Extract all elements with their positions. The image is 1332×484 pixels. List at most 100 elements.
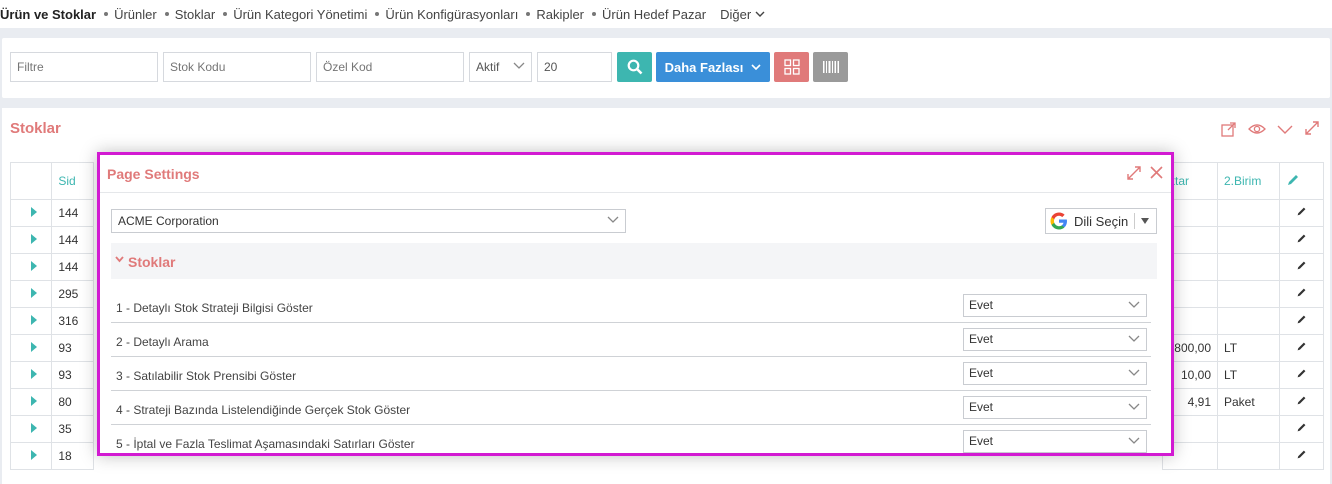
pencil-icon bbox=[1297, 369, 1306, 378]
setting-value: Evet bbox=[969, 434, 994, 448]
pencil-icon bbox=[1297, 261, 1306, 270]
expand-row-icon[interactable] bbox=[31, 315, 38, 325]
caret-down-icon bbox=[1141, 218, 1150, 224]
company-select[interactable]: ACME Corporation bbox=[111, 209, 626, 233]
fullscreen-icon[interactable] bbox=[1304, 120, 1320, 138]
table-row: 18 bbox=[9, 442, 94, 470]
edit-row-button[interactable] bbox=[1279, 442, 1324, 470]
top-navigation: Ürün ve Stoklar Ürünler Stoklar Ürün Kat… bbox=[0, 0, 1332, 28]
nav-more-dropdown[interactable]: Diğer bbox=[720, 7, 765, 22]
setting-select[interactable]: Evet bbox=[963, 430, 1147, 453]
column-header-unit2[interactable]: 2.Birim bbox=[1217, 162, 1280, 200]
table-row: 144 bbox=[9, 226, 94, 254]
nav-item-hedef-pazar[interactable]: Ürün Hedef Pazar bbox=[592, 7, 706, 22]
barcode-button[interactable] bbox=[813, 52, 848, 82]
grid-view-button[interactable] bbox=[774, 52, 809, 82]
expand-row-icon[interactable] bbox=[31, 369, 38, 379]
bullet-icon bbox=[526, 12, 531, 16]
unit2-cell bbox=[1217, 226, 1280, 254]
sid-cell: 316 bbox=[51, 307, 94, 335]
expand-row-icon[interactable] bbox=[31, 207, 38, 217]
export-icon[interactable] bbox=[1220, 120, 1238, 138]
barcode-icon bbox=[822, 61, 839, 73]
stocks-table-right-wrap: ktar 2.Birim 800,00 LT 10,00 LT 4,91 Paket bbox=[1162, 162, 1324, 470]
setting-value: Evet bbox=[969, 298, 994, 312]
language-select-button[interactable]: Dili Seçin bbox=[1045, 208, 1157, 234]
nav-item-label: Rakipler bbox=[536, 6, 585, 22]
search-button[interactable] bbox=[617, 52, 652, 82]
edit-row-button[interactable] bbox=[1279, 388, 1324, 416]
bullet-icon bbox=[104, 12, 109, 16]
google-icon bbox=[1050, 212, 1068, 230]
setting-label: 3 - Satılabilir Stok Prensibi Göster bbox=[116, 369, 297, 383]
expand-icon[interactable] bbox=[1127, 166, 1141, 183]
stocks-table-left: Sid 144 144 144 295 316 93 93 80 35 18 bbox=[9, 162, 94, 470]
close-icon[interactable] bbox=[1150, 166, 1163, 182]
setting-select[interactable]: Evet bbox=[963, 362, 1147, 385]
collapse-icon[interactable] bbox=[1276, 120, 1294, 138]
table-row: 800,00 LT bbox=[1162, 334, 1324, 362]
unit2-cell: LT bbox=[1217, 334, 1280, 362]
setting-row: 2 - Detaylı Arama Evet bbox=[111, 323, 1151, 357]
expand-row-icon[interactable] bbox=[31, 342, 38, 352]
edit-row-button[interactable] bbox=[1279, 226, 1324, 254]
setting-select[interactable]: Evet bbox=[963, 328, 1147, 351]
nav-item-stoklar[interactable]: Stoklar bbox=[164, 7, 215, 22]
language-label: Dili Seçin bbox=[1074, 213, 1129, 229]
chevron-down-icon bbox=[1128, 335, 1140, 342]
expand-row-icon[interactable] bbox=[31, 450, 38, 460]
nav-item-rakipler[interactable]: Rakipler bbox=[526, 7, 584, 22]
edit-row-button[interactable] bbox=[1279, 280, 1324, 308]
unit2-cell bbox=[1217, 307, 1280, 335]
nav-item-label: Ürün Hedef Pazar bbox=[602, 6, 707, 22]
nav-item-urunler[interactable]: Ürünler bbox=[104, 7, 157, 22]
edit-row-button[interactable] bbox=[1279, 334, 1324, 362]
unit2-cell bbox=[1217, 415, 1280, 443]
sid-cell: 35 bbox=[51, 415, 94, 443]
expand-row-icon[interactable] bbox=[31, 423, 38, 433]
edit-row-button[interactable] bbox=[1279, 361, 1324, 389]
sid-cell: 18 bbox=[51, 442, 94, 470]
setting-label: 5 - İptal ve Fazla Teslimat Aşamasındaki… bbox=[116, 437, 415, 451]
table-row: 93 bbox=[9, 361, 94, 389]
sid-cell: 144 bbox=[51, 199, 94, 227]
table-row: 144 bbox=[9, 199, 94, 227]
setting-label: 4 - Strateji Bazında Listelendiğinde Ger… bbox=[116, 403, 411, 417]
pencil-icon bbox=[1297, 396, 1306, 405]
edit-row-button[interactable] bbox=[1279, 199, 1324, 227]
chevron-down-icon bbox=[1128, 369, 1140, 376]
chevron-down-icon bbox=[115, 256, 124, 263]
filter-panel: Aktif 20 Daha Fazlası bbox=[2, 38, 1330, 98]
eye-icon[interactable] bbox=[1248, 120, 1266, 138]
chevron-down-icon bbox=[1128, 301, 1140, 308]
column-header-sid[interactable]: Sid bbox=[51, 162, 94, 200]
expand-row-icon[interactable] bbox=[31, 261, 38, 271]
nav-item-konfigurasyon[interactable]: Ürün Konfigürasyonları bbox=[375, 7, 518, 22]
filter-input[interactable] bbox=[10, 52, 158, 82]
more-button[interactable]: Daha Fazlası bbox=[656, 52, 770, 82]
table-row bbox=[1162, 226, 1324, 254]
setting-select[interactable]: Evet bbox=[963, 294, 1147, 317]
table-row: 80 bbox=[9, 388, 94, 416]
table-row bbox=[1162, 307, 1324, 335]
expand-row-icon[interactable] bbox=[31, 234, 38, 244]
status-select[interactable]: Aktif bbox=[469, 52, 532, 82]
special-code-input[interactable] bbox=[316, 52, 464, 82]
edit-row-button[interactable] bbox=[1279, 253, 1324, 281]
edit-row-button[interactable] bbox=[1279, 307, 1324, 335]
nav-item-kategori[interactable]: Ürün Kategori Yönetimi bbox=[223, 7, 367, 22]
unit2-cell bbox=[1217, 253, 1280, 281]
unit2-cell: Paket bbox=[1217, 388, 1280, 416]
edit-row-button[interactable] bbox=[1279, 415, 1324, 443]
expand-row-icon[interactable] bbox=[31, 288, 38, 298]
section-header-stoklar[interactable]: Stoklar bbox=[111, 243, 1157, 279]
setting-select[interactable]: Evet bbox=[963, 396, 1147, 419]
divider bbox=[1134, 213, 1136, 229]
bullet-icon bbox=[223, 12, 228, 16]
stock-code-input[interactable] bbox=[163, 52, 311, 82]
expand-row-icon[interactable] bbox=[31, 396, 38, 406]
nav-title[interactable]: Ürün ve Stoklar bbox=[0, 7, 96, 22]
pencil-icon bbox=[1297, 423, 1306, 432]
page-size-input[interactable]: 20 bbox=[537, 52, 612, 82]
column-header-edit[interactable] bbox=[1279, 162, 1324, 200]
